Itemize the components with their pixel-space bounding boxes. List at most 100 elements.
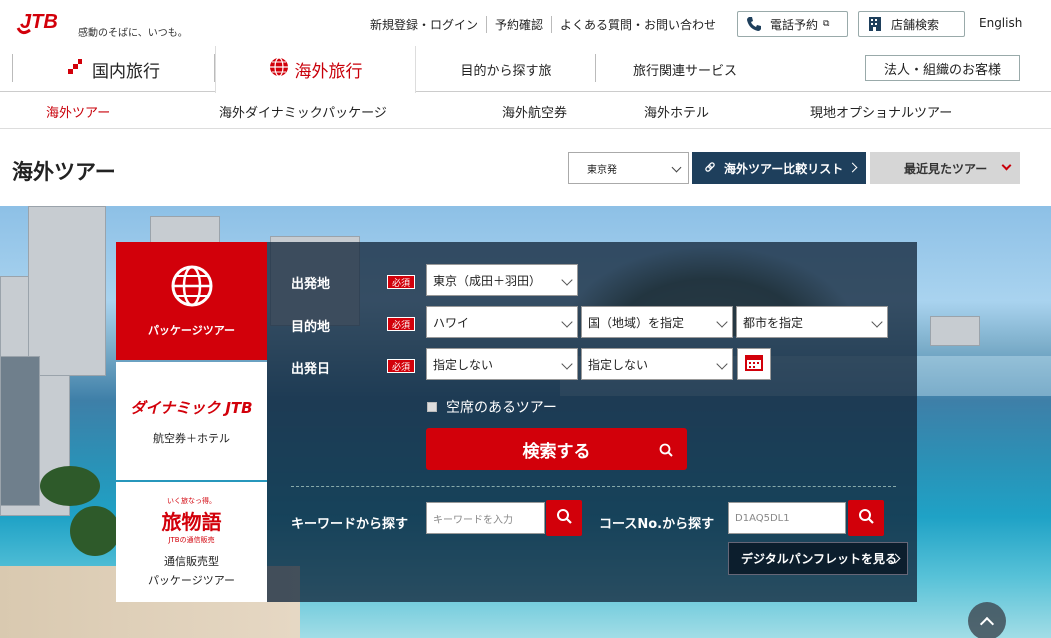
tab-dynamic-label: 航空券＋ホテル	[153, 431, 230, 445]
nav-purpose[interactable]: 目的から探す旅	[417, 46, 595, 92]
jtb-logo[interactable]: JTB	[12, 6, 72, 38]
subnav-optional-tours[interactable]: 現地オプショナルツアー	[810, 102, 952, 121]
required-badge: 必須	[387, 359, 415, 373]
faq-link[interactable]: よくある質問・お問い合わせ	[551, 16, 724, 33]
chevron-down-icon	[716, 358, 728, 370]
tab-mailorder-line2: パッケージツアー	[147, 574, 236, 587]
tab-mail-order[interactable]: いく旅なっ得。 旅物語 JTBの通信販売 通信販売型 パッケージツアー	[116, 482, 267, 602]
building-icon	[867, 16, 883, 32]
store-search-button[interactable]: 店舗検索	[858, 11, 965, 37]
dynamic-jtb-logo: ダイナミック JTB	[130, 398, 253, 417]
corporate-button[interactable]: 法人・組織のお客様	[865, 55, 1020, 81]
page-title: 海外ツアー	[12, 160, 116, 184]
english-link[interactable]: English	[979, 16, 1022, 30]
destination-area-select[interactable]: ハワイ	[426, 306, 578, 338]
external-window-icon: ⧉	[823, 19, 830, 29]
date-label: 出発日	[291, 362, 331, 377]
keyword-search-button[interactable]	[546, 500, 582, 536]
course-no-input[interactable]: D1AQ5DL1	[728, 502, 846, 534]
departure-city-select[interactable]: 東京（成田＋羽田）	[426, 264, 578, 296]
sub-nav: 海外ツアー 海外ダイナミックパッケージ 海外航空券 海外ホテル 現地オプショナル…	[0, 92, 1051, 129]
nav-domestic-label: 国内旅行	[92, 61, 160, 82]
palm-trees	[70, 506, 120, 556]
search-icon	[858, 508, 874, 528]
subnav-hotels[interactable]: 海外ホテル	[644, 102, 709, 121]
city-select[interactable]: 都市を指定	[736, 306, 888, 338]
calendar-icon	[745, 353, 763, 375]
chevron-right-icon	[847, 162, 858, 173]
departure-value: 東京発	[587, 164, 617, 176]
top-links: 新規登録・ログイン 予約確認 よくある質問・お問い合わせ	[370, 16, 724, 33]
subnav-overseas-tour[interactable]: 海外ツアー	[46, 102, 110, 121]
tab-dynamic-package[interactable]: ダイナミック JTB 航空券＋ホテル	[116, 362, 267, 480]
date-from-select[interactable]: 指定しない	[426, 348, 578, 380]
tabimonogatari-logo: 旅物語	[161, 510, 222, 534]
departure-label: 出発地	[291, 277, 331, 292]
city-value: 都市を指定	[743, 315, 804, 330]
tab-package-tour[interactable]: パッケージツアー	[116, 242, 267, 360]
vacancy-checkbox[interactable]	[427, 402, 437, 412]
tabimonogatari-sub: JTBの通信販売	[168, 536, 215, 544]
date-to-select[interactable]: 指定しない	[581, 348, 733, 380]
chevron-down-icon	[671, 162, 682, 173]
corporate-label: 法人・組織のお客様	[883, 62, 1001, 78]
keyword-input[interactable]: キーワードを入力	[426, 502, 545, 534]
globe-icon	[170, 264, 214, 312]
store-search-label: 店舗検索	[891, 17, 940, 32]
course-search-button[interactable]	[848, 500, 884, 536]
tab-mailorder-line1: 通信販売型	[164, 555, 219, 568]
nav-purpose-label: 目的から探す旅	[460, 63, 552, 79]
recent-tours-button[interactable]: 最近見たツアー	[870, 152, 1020, 184]
subnav-air-tickets[interactable]: 海外航空券	[502, 102, 567, 121]
destination-label: 目的地	[291, 320, 331, 335]
nav-overseas[interactable]: 海外旅行	[215, 46, 416, 93]
building	[0, 356, 40, 506]
digital-pamphlet-button[interactable]: デジタルパンフレットを見る	[728, 542, 908, 575]
date-to-value: 指定しない	[588, 357, 649, 372]
country-value: 国（地域）を指定	[588, 315, 685, 330]
course-no-placeholder: D1AQ5DL1	[735, 512, 790, 524]
building	[28, 206, 106, 376]
tagline: 感動のそばに、いつも。	[78, 28, 188, 39]
nav-domestic[interactable]: 国内旅行	[13, 46, 213, 92]
digital-pamphlet-label: デジタルパンフレットを見る	[741, 552, 898, 566]
svg-text:JTB: JTB	[20, 11, 58, 33]
search-icon	[659, 442, 673, 462]
departure-select[interactable]: 東京発	[568, 152, 689, 184]
tab-package-label: パッケージツアー	[147, 324, 236, 337]
country-select[interactable]: 国（地域）を指定	[581, 306, 733, 338]
nav-services[interactable]: 旅行関連サービス	[596, 46, 774, 92]
compare-list-label: 海外ツアー比較リスト	[724, 161, 844, 176]
phone-icon	[746, 16, 762, 32]
palm-trees	[40, 466, 100, 506]
login-link[interactable]: 新規登録・ログイン	[370, 16, 486, 33]
scroll-to-top-button[interactable]	[968, 602, 1006, 638]
keyword-label: キーワードから探す	[291, 517, 409, 532]
search-icon	[556, 508, 572, 528]
chevron-down-icon	[561, 274, 573, 286]
phone-reservation-label: 電話予約	[770, 17, 819, 32]
course-no-label: コースNo.から探す	[599, 517, 715, 532]
reservation-link[interactable]: 予約確認	[486, 16, 551, 33]
chevron-down-icon	[561, 316, 573, 328]
search-type-tabs: パッケージツアー ダイナミック JTB 航空券＋ホテル いく旅なっ得。 旅物語 …	[116, 242, 267, 602]
destination-area-value: ハワイ	[433, 315, 470, 330]
recent-tours-label: 最近見たツアー	[904, 161, 988, 176]
phone-reservation-button[interactable]: 電話予約 ⧉	[737, 11, 848, 37]
subnav-dynamic-package[interactable]: 海外ダイナミックパッケージ	[219, 102, 387, 121]
chevron-down-icon	[561, 358, 573, 370]
calendar-button[interactable]	[737, 348, 771, 380]
header: JTB 感動のそばに、いつも。 新規登録・ログイン 予約確認 よくある質問・お問…	[0, 0, 1051, 46]
departure-city-value: 東京（成田＋羽田）	[433, 273, 542, 288]
chevron-down-icon	[716, 316, 728, 328]
required-badge: 必須	[387, 317, 415, 331]
search-button[interactable]: 検索する	[426, 428, 687, 470]
building	[930, 316, 980, 346]
tabimonogatari-small: いく旅なっ得。	[167, 497, 216, 505]
chevron-up-icon	[979, 616, 995, 632]
nav-overseas-label: 海外旅行	[294, 62, 363, 82]
keyword-placeholder: キーワードを入力	[433, 514, 513, 526]
hero-banner: パッケージツアー ダイナミック JTB 航空券＋ホテル いく旅なっ得。 旅物語 …	[0, 206, 1051, 638]
compare-list-button[interactable]: 海外ツアー比較リスト	[692, 152, 866, 184]
chevron-down-icon	[871, 316, 883, 328]
